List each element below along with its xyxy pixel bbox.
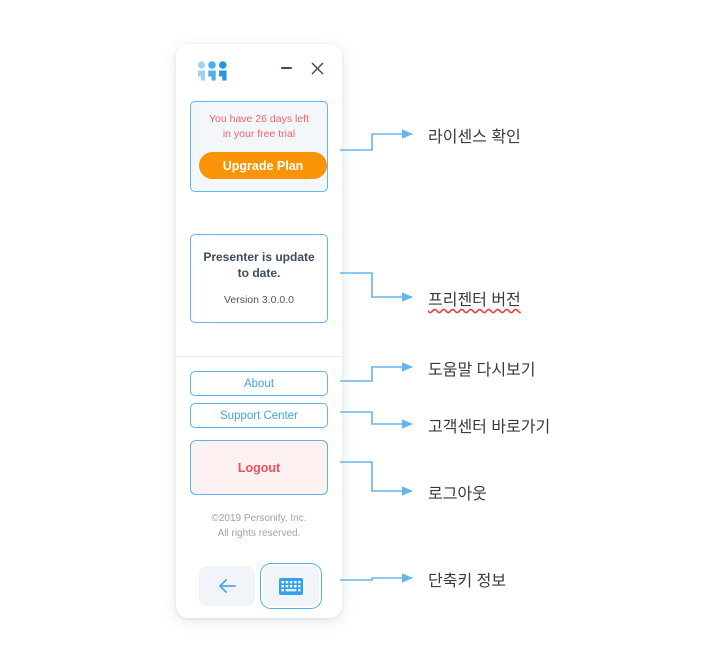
connector-license-check	[340, 129, 413, 151]
annotation-help-review: 도움말 다시보기	[428, 362, 536, 379]
back-button[interactable]	[199, 566, 255, 606]
annotation-license-check: 라이센스 확인	[428, 129, 521, 146]
copyright-block: ©2019 Personify, Inc. All rights reserve…	[190, 511, 328, 541]
connector-presenter-version	[340, 272, 413, 302]
upgrade-plan-button[interactable]: Upgrade Plan	[199, 152, 327, 179]
annotation-connectors	[340, 129, 413, 583]
trial-section: You have 26 days left in your free trial…	[176, 94, 342, 192]
close-icon	[311, 62, 323, 74]
connector-support-shortcut	[340, 411, 413, 429]
bottom-toolbar	[176, 566, 342, 606]
annotation-presenter-version: 프리젠터 버전	[428, 292, 521, 309]
version-info-box: Presenter is update to date. Version 3.0…	[190, 234, 328, 323]
keyboard-button[interactable]	[263, 566, 319, 606]
close-button[interactable]	[306, 57, 328, 79]
version-status-text: Presenter is update to date.	[203, 250, 315, 280]
annotation-support-shortcut: 고객센터 바로가기	[428, 419, 551, 436]
connector-shortcut-info	[340, 573, 413, 583]
version-number-text: Version 3.0.0.0	[223, 294, 295, 306]
back-arrow-icon	[219, 579, 236, 593]
actions-section: About Support Center Logout ©2019 Person…	[176, 357, 342, 541]
presenter-app-panel: You have 26 days left in your free trial…	[176, 44, 342, 618]
title-bar	[176, 44, 342, 94]
about-button[interactable]: About	[190, 371, 328, 396]
minimize-button[interactable]	[275, 57, 297, 79]
logout-button[interactable]: Logout	[190, 440, 328, 495]
trial-notice-box: You have 26 days left in your free trial…	[190, 101, 328, 192]
copyright-line-2: All rights reserved.	[217, 528, 301, 539]
annotation-shortcut-info: 단축키 정보	[428, 573, 507, 590]
minimize-icon	[280, 67, 292, 69]
trial-line-2: in your free trial	[222, 128, 296, 140]
version-section: Presenter is update to date. Version 3.0…	[176, 192, 342, 323]
connector-logout	[340, 461, 413, 496]
annotation-logout: 로그아웃	[428, 486, 487, 503]
personify-logo	[197, 61, 231, 81]
connector-help-review	[340, 362, 413, 382]
support-center-button[interactable]: Support Center	[190, 403, 328, 428]
trial-line-1: You have 26 days left	[208, 113, 310, 125]
keyboard-icon	[279, 577, 303, 595]
copyright-line-1: ©2019 Personify, Inc.	[211, 513, 307, 524]
